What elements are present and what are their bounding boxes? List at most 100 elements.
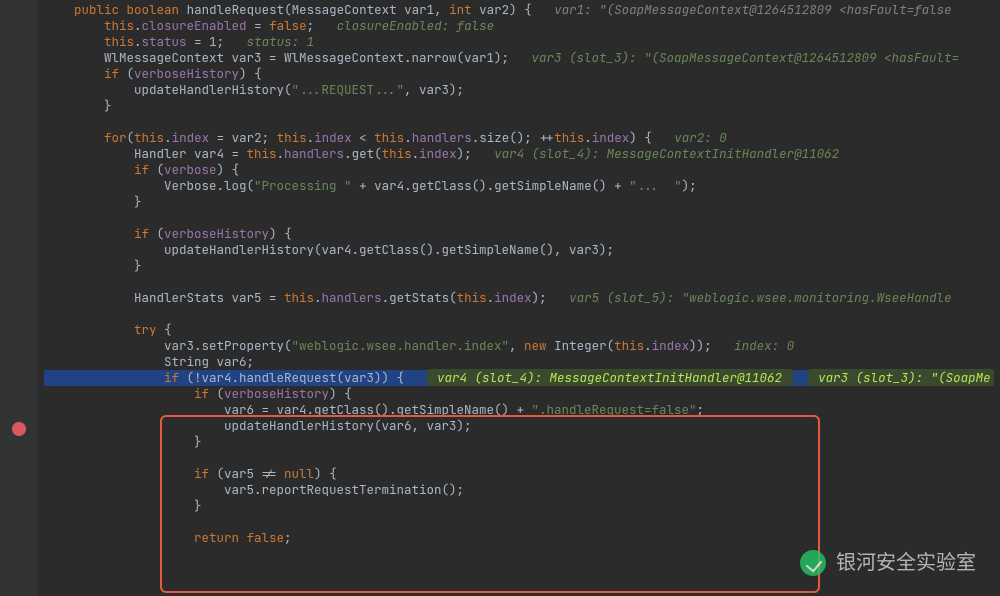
code-token: =: [247, 17, 270, 34]
code-line[interactable]: updateHandlerHistory(var6, var3);: [44, 418, 994, 434]
code-line[interactable]: this.status = 1; status: 1: [44, 34, 994, 50]
code-line[interactable]: }: [44, 434, 994, 450]
code-token: [44, 321, 134, 338]
code-line[interactable]: [44, 114, 994, 130]
code-line[interactable]: [44, 450, 994, 466]
code-token: handlers: [322, 289, 382, 306]
code-line[interactable]: }: [44, 194, 994, 210]
code-token: ;: [697, 401, 705, 418]
code-token: ;: [307, 17, 337, 34]
code-line[interactable]: return false;: [44, 530, 994, 546]
code-token: index: [592, 129, 630, 146]
code-token: );: [682, 177, 697, 194]
code-line[interactable]: var6 = var4.getClass().getSimpleName() +…: [44, 402, 994, 418]
code-line[interactable]: if (verboseHistory) {: [44, 386, 994, 402]
code-token: updateHandlerHistory(var6, var3);: [44, 417, 472, 434]
code-token: verboseHistory: [134, 65, 239, 82]
code-token: var3.setProperty(: [44, 337, 292, 354]
code-token: return false: [194, 529, 284, 546]
code-token: int: [449, 1, 472, 18]
code-token: var4 (slot_4): MessageContextInitHandler…: [494, 145, 839, 162]
code-line[interactable]: if (verbose) {: [44, 162, 994, 178]
code-token: var3 (slot_3): "(SoapMessageContext@1264…: [532, 49, 960, 66]
code-line[interactable]: }: [44, 98, 994, 114]
code-line[interactable]: if (verboseHistory) {: [44, 66, 994, 82]
code-token: var6 = var4.getClass().getSimpleName() +: [44, 401, 532, 418]
code-line[interactable]: if (!var4.handleRequest(var3)) { var4 (s…: [44, 370, 994, 386]
code-line[interactable]: updateHandlerHistory(var4.getClass().get…: [44, 242, 994, 258]
code-token: (: [247, 177, 255, 194]
code-token: this: [382, 145, 412, 162]
code-token: ) {: [629, 129, 674, 146]
code-token: = var2;: [209, 129, 277, 146]
code-token: index: [172, 129, 210, 146]
code-line[interactable]: String var6;: [44, 354, 994, 370]
code-line[interactable]: }: [44, 498, 994, 514]
code-token: ;: [284, 529, 292, 546]
code-token: [44, 33, 104, 50]
code-line[interactable]: [44, 306, 994, 322]
code-token: handleRequest(MessageContext var1,: [179, 1, 449, 18]
code-token: .: [134, 33, 142, 50]
code-token: this: [457, 289, 487, 306]
code-token: boolean: [127, 1, 180, 18]
code-line[interactable]: }: [44, 258, 994, 274]
code-token: .: [487, 289, 495, 306]
watermark-badge: 银河安全实验室: [800, 550, 976, 576]
code-line[interactable]: if (verboseHistory) {: [44, 226, 994, 242]
code-line[interactable]: Verbose.log("Processing " + var4.getClas…: [44, 178, 994, 194]
editor-gutter[interactable]: [0, 0, 38, 596]
code-line[interactable]: if (var5 != null) {: [44, 466, 994, 482]
code-token: this: [104, 33, 134, 50]
code-token: [44, 465, 194, 482]
code-token: narrow: [412, 49, 457, 66]
code-line[interactable]: [44, 210, 994, 226]
code-token: [44, 225, 134, 242]
code-token: handlers: [284, 145, 344, 162]
code-line[interactable]: WlMessageContext var3 = WlMessageContext…: [44, 50, 994, 66]
code-token: (: [209, 385, 224, 402]
code-line[interactable]: var3.setProperty("weblogic.wsee.handler.…: [44, 338, 994, 354]
code-token: if: [194, 385, 209, 402]
code-token: {: [157, 321, 172, 338]
code-editor-area[interactable]: public boolean handleRequest(MessageCont…: [38, 0, 1000, 548]
code-line[interactable]: var5.reportRequestTermination();: [44, 482, 994, 498]
code-token: (var1);: [457, 49, 532, 66]
code-token: this: [554, 129, 584, 146]
code-token: (: [119, 65, 134, 82]
code-token: (: [127, 129, 135, 146]
code-line[interactable]: try {: [44, 322, 994, 338]
code-line[interactable]: updateHandlerHistory("...REQUEST...", va…: [44, 82, 994, 98]
code-token: String var6;: [44, 353, 254, 370]
code-token: [44, 65, 104, 82]
code-line[interactable]: this.closureEnabled = false; closureEnab…: [44, 18, 994, 34]
code-line[interactable]: for(this.index = var2; this.index < this…: [44, 130, 994, 146]
code-token: var1: "(SoapMessageContext@1264512809 <h…: [554, 1, 952, 18]
code-token: [44, 385, 194, 402]
code-line[interactable]: [44, 514, 994, 530]
code-token: this: [277, 129, 307, 146]
breakpoint-icon[interactable]: [12, 422, 26, 436]
code-token: public: [74, 1, 119, 18]
code-token: Integer(: [547, 337, 615, 354]
code-line[interactable]: Handler var4 = this.handlers.get(this.in…: [44, 146, 994, 162]
code-token: (!var4.handleRequest(var3)) {: [179, 369, 427, 386]
code-token: index: [314, 129, 352, 146]
code-token: updateHandlerHistory(: [44, 81, 292, 98]
code-token: var2: 0: [674, 129, 727, 146]
code-line[interactable]: [44, 274, 994, 290]
code-token: <: [352, 129, 375, 146]
code-token: }: [44, 193, 142, 210]
code-line[interactable]: public boolean handleRequest(MessageCont…: [44, 2, 994, 18]
code-line[interactable]: HandlerStats var5 = this.handlers.getSta…: [44, 290, 994, 306]
code-token: Handler var4 =: [44, 145, 247, 162]
code-token: this: [614, 337, 644, 354]
code-token: }: [44, 257, 142, 274]
code-token: Verbose.: [44, 177, 224, 194]
code-token: var5 (slot_5): "weblogic.wsee.monitoring…: [569, 289, 952, 306]
code-token: ) {: [239, 65, 262, 82]
code-token: var4 (slot_4): MessageContextInitHandler…: [427, 369, 793, 386]
code-token: "... ": [629, 177, 682, 194]
code-token: closureEnabled: [142, 17, 247, 34]
code-token: =: [187, 33, 210, 50]
